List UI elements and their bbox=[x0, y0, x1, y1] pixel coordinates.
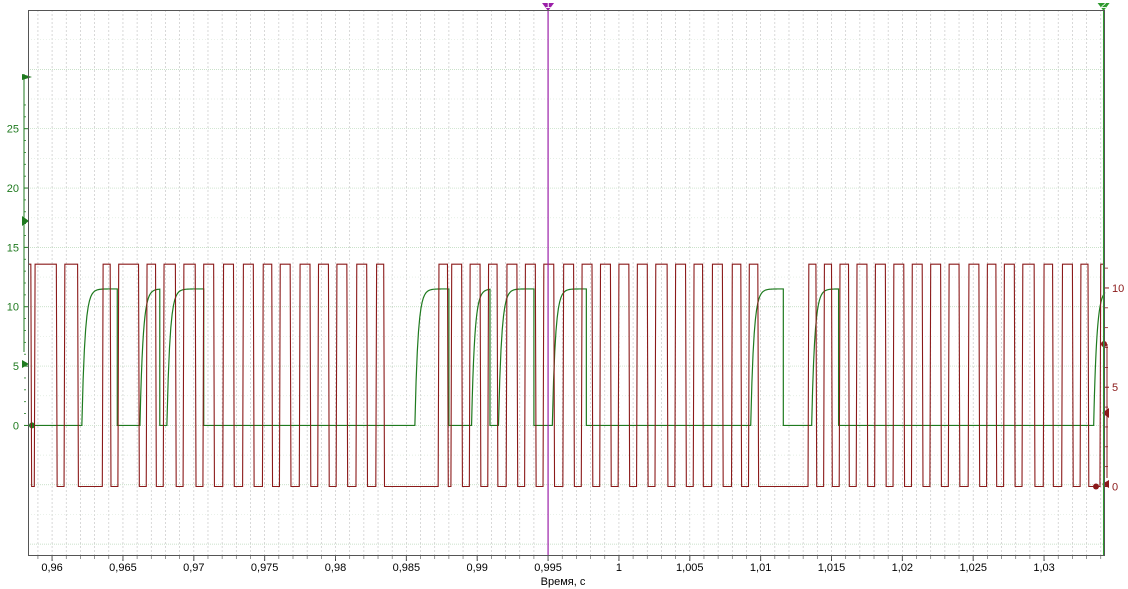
cursor-label-1: 1 bbox=[545, 0, 551, 11]
x-tick-label: 0,97 bbox=[183, 562, 204, 574]
x-tick-label: 0,98 bbox=[325, 562, 346, 574]
left-tick-label: 10 bbox=[7, 302, 19, 314]
x-tick-label: 0,985 bbox=[393, 562, 421, 574]
x-tick-label: 0,995 bbox=[534, 562, 562, 574]
x-tick-label: 0,96 bbox=[41, 562, 62, 574]
x-tick-label: 1 bbox=[616, 562, 622, 574]
x-tick-label: 1,03 bbox=[1033, 562, 1054, 574]
cursor-label-2: 2 bbox=[1101, 0, 1107, 11]
x-tick-label: 1,015 bbox=[818, 562, 846, 574]
x-tick-label: 1,005 bbox=[676, 562, 704, 574]
left-tick-label: 5 bbox=[13, 361, 19, 373]
x-tick-label: 1,025 bbox=[959, 562, 987, 574]
x-axis-title: Время, с bbox=[541, 576, 586, 588]
left-tick-label: 20 bbox=[7, 183, 19, 195]
x-tick-label: 0,965 bbox=[109, 562, 137, 574]
x-tick-label: 0,99 bbox=[467, 562, 488, 574]
right-tick-label: 0 bbox=[1112, 482, 1118, 494]
right-tick-label: 5 bbox=[1112, 382, 1118, 394]
left-tick-label: 15 bbox=[7, 242, 19, 254]
x-tick-label: 1,01 bbox=[750, 562, 771, 574]
x-tick-label: 0,975 bbox=[251, 562, 279, 574]
left-tick-label: 0 bbox=[13, 420, 19, 432]
oscilloscope-chart[interactable]: 0 5 10 15 20 25 0 5 10 0,96 0,965 0,97 0,975 0,98 0,… bbox=[0, 0, 1128, 589]
right-tick-label: 10 bbox=[1112, 283, 1124, 295]
x-tick-label: 1,02 bbox=[892, 562, 913, 574]
left-tick-label: 25 bbox=[7, 124, 19, 136]
